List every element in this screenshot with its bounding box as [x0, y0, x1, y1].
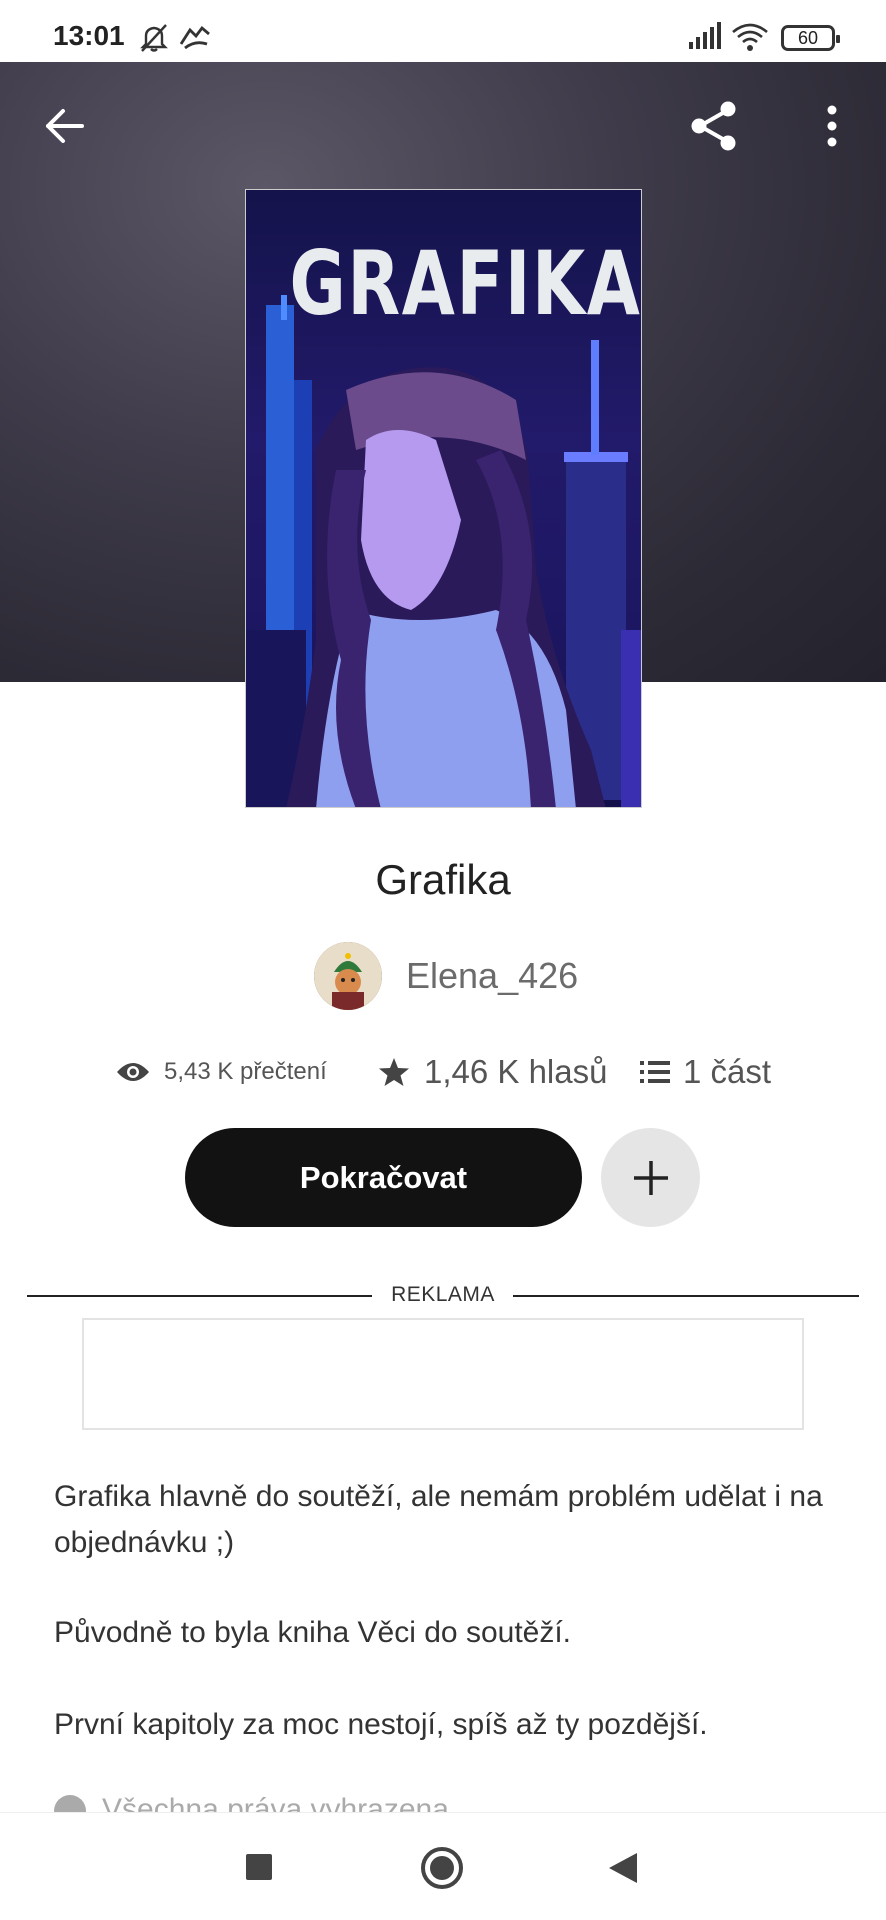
star-icon [379, 1058, 409, 1086]
votes-count: 1,46 K hlasů [424, 1053, 608, 1090]
parts-stat: 1 část [639, 1050, 771, 1094]
continue-reading-button[interactable]: Pokračovat [185, 1128, 582, 1227]
votes-stat: 1,46 K hlasů [378, 1050, 607, 1094]
parts-count: 1 část [683, 1053, 772, 1090]
reads-count: 5,43 K přečtení [164, 1058, 327, 1085]
book-cover[interactable]: GRAFIKA [245, 189, 642, 808]
list-icon [640, 1061, 670, 1083]
system-nav-bar [0, 1812, 886, 1920]
arrow-left-icon[interactable] [40, 101, 90, 151]
author-name[interactable]: Elena_426 [406, 955, 578, 997]
status-bar: 13:01 60 [0, 0, 886, 62]
home-icon[interactable] [420, 1846, 464, 1890]
cover-title-text: GRAFIKA [289, 232, 642, 335]
add-to-library-button[interactable] [601, 1128, 700, 1227]
ad-slot[interactable] [82, 1318, 804, 1430]
description-paragraph-1: Grafika hlavně do soutěží, ale nemám pro… [54, 1480, 823, 1559]
book-title: Grafika [375, 856, 511, 903]
ad-label: REKLAMA [391, 1283, 495, 1306]
share-icon[interactable] [686, 98, 742, 154]
back-icon[interactable] [607, 1851, 639, 1885]
bell-off-icon [140, 24, 168, 52]
status-time: 13:01 [53, 20, 125, 51]
avatar-image [314, 942, 382, 1010]
wifi-icon [732, 23, 768, 51]
avatar[interactable] [314, 942, 382, 1010]
description-paragraph-2: Původně to byla kniha Věci do soutěží. [54, 1616, 572, 1649]
data-saver-icon [179, 25, 210, 50]
signal-icon [689, 22, 721, 49]
more-vertical-icon[interactable] [820, 102, 844, 150]
eye-icon [117, 1063, 149, 1081]
plus-icon [634, 1161, 668, 1195]
recents-icon[interactable] [245, 1853, 273, 1881]
reads-stat: 5,43 K přečtení [116, 1050, 327, 1094]
battery-icon: 60 [781, 25, 840, 51]
description-paragraph-3: První kapitoly za moc nestojí, spíš až t… [54, 1708, 708, 1741]
author-link[interactable]: Elena_426 [314, 942, 578, 1010]
